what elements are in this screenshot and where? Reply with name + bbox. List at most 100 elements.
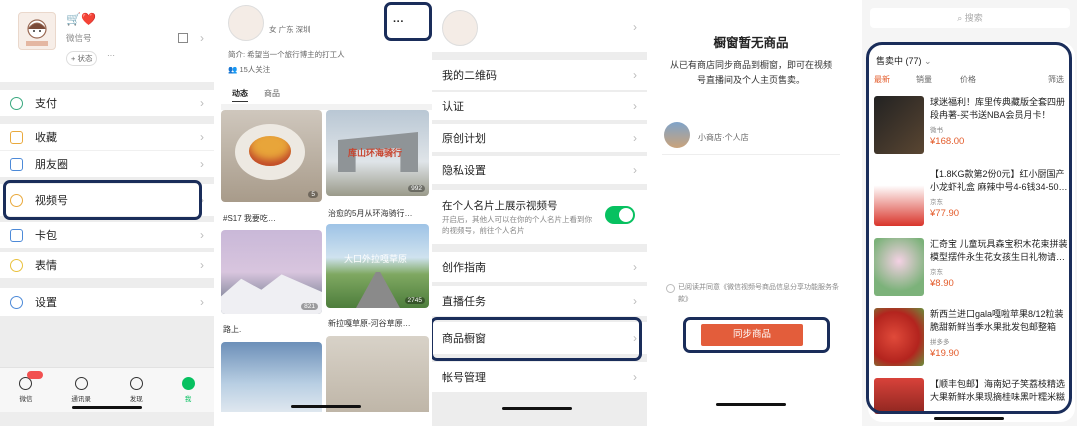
post-caption: 新拉嘎草原-河谷草原… (328, 319, 411, 328)
contacts-icon (74, 377, 88, 390)
chevron-right-icon: › (633, 370, 637, 384)
panel-product-list: ⌕ 搜索 售卖中 (77) ⌄ 最新 销量 价格 筛选 球迷福利！库里传典藏版全… (862, 0, 1077, 426)
unread-badge (27, 371, 44, 379)
avatar[interactable] (18, 12, 56, 50)
omelette (249, 136, 291, 166)
menu-item-stickers[interactable]: 表情 › (0, 252, 214, 278)
settings-item-original-plan[interactable]: 原创计划 › (432, 124, 647, 152)
show-on-card-toggle[interactable] (605, 206, 635, 224)
tab-label: 我 (184, 396, 192, 403)
post-thumbnail-arch[interactable]: 库山环海骑行 992 (326, 110, 429, 196)
chevron-right-icon: › (200, 130, 204, 144)
shop-row[interactable]: 小商店·个人店 (662, 118, 840, 155)
chevron-right-icon: › (200, 228, 204, 242)
qr-code-icon[interactable] (178, 33, 188, 43)
person-icon (181, 377, 195, 390)
post-thumbnail-building[interactable] (326, 336, 429, 412)
menu-item-card-pack[interactable]: 卡包 › (0, 222, 214, 248)
tab-chats[interactable]: 微信 (19, 371, 44, 403)
menu-item-pay[interactable]: 支付 › (0, 90, 214, 116)
agree-checkbox[interactable] (666, 284, 675, 293)
highlight-product-list (866, 42, 1072, 414)
nickname: 🛒❤️ (66, 12, 96, 26)
chevron-right-icon: › (633, 163, 637, 177)
followers-icon: 👥 (228, 65, 238, 74)
settings-item-verification[interactable]: 认证 › (432, 92, 647, 120)
settings-item-creator-guide[interactable]: 创作指南 › (432, 252, 647, 282)
highlight-showcase (432, 317, 642, 361)
pay-icon (10, 96, 23, 110)
post-views: 992 (408, 185, 425, 192)
chevron-right-icon: › (200, 258, 204, 272)
menu-item-label: 表情 (35, 260, 57, 272)
tab-label: 发现 (129, 396, 143, 403)
settings-item-label: 隐私设置 (442, 165, 486, 177)
tab-discover[interactable]: 发现 (129, 377, 143, 403)
showcase-empty-desc: 从已有商店同步商品到橱窗，即可在视频号直播间及个人主页售卖。 (669, 60, 832, 85)
home-indicator (72, 406, 142, 409)
search-bar[interactable]: ⌕ 搜索 (870, 8, 1070, 28)
chevron-right-icon: › (633, 131, 637, 145)
settings-item-label: 直播任务 (442, 296, 486, 308)
arch-text: 库山环海骑行 (348, 148, 403, 158)
moments-photo-icon (10, 157, 23, 171)
chevron-right-icon: › (633, 68, 637, 82)
chevron-right-icon: › (200, 31, 204, 45)
home-indicator (716, 403, 786, 406)
wechat-id: 微信号 (66, 33, 92, 43)
profile-meta: 女 广东 深圳 (269, 25, 311, 34)
agree-terms-text[interactable]: 已阅读并同意《微信视频号商品信息分享功能服务条款》 (678, 282, 840, 306)
chevron-right-icon: › (200, 96, 204, 110)
add-status-button[interactable]: + 状态 (66, 51, 98, 66)
search-icon: ⌕ (957, 13, 963, 23)
post-views: 2745 (404, 297, 425, 304)
settings-item-label: 帐号管理 (442, 372, 486, 384)
settings-item-show-on-card: 在个人名片上展示视频号 开启后，其他人可以在你的个人名片上看到你的视频号，前往个… (432, 190, 647, 244)
menu-item-settings[interactable]: 设置 › (0, 288, 214, 316)
tab-label: 微信 (19, 396, 33, 403)
post-caption: 治愈的5月从环海骑行… (328, 209, 413, 218)
settings-item-label: 认证 (442, 101, 464, 113)
settings-item-privacy[interactable]: 隐私设置 › (432, 156, 647, 184)
avatar-girl-icon (26, 19, 48, 46)
settings-item-live-tasks[interactable]: 直播任务 › (432, 286, 647, 316)
tab-me[interactable]: 我 (181, 377, 195, 403)
chevron-right-icon: › (633, 260, 637, 274)
tab-posts[interactable]: 动态 (232, 88, 248, 102)
chevron-right-icon: › (200, 157, 204, 171)
toggle-knob (619, 208, 633, 222)
status-more-button[interactable]: ··· (107, 51, 115, 60)
post-caption: 路上. (223, 325, 242, 334)
post-views: 5 (308, 191, 318, 198)
shop-avatar (664, 122, 690, 148)
settings-item-qr-code[interactable]: 我的二维码 › (432, 60, 647, 90)
search-placeholder: 搜索 (964, 13, 983, 23)
settings-item-label: 我的二维码 (442, 70, 497, 82)
settings-gear-icon (10, 295, 23, 309)
toggle-label: 在个人名片上展示视频号 (442, 200, 558, 212)
menu-item-label: 设置 (35, 297, 57, 309)
post-thumbnail-food[interactable]: 5 (221, 110, 322, 202)
post-thumbnail-road[interactable]: 大口外拉嘎草原 2745 (326, 224, 429, 308)
menu-item-moments[interactable]: 朋友圈 › (0, 150, 214, 177)
post-thumbnail-snow-mountain[interactable]: 821 (221, 230, 322, 314)
stickers-smile-icon (10, 258, 23, 272)
tab-contacts[interactable]: 通讯录 (71, 377, 91, 403)
post-thumbnail-sky[interactable] (221, 342, 322, 412)
settings-item-account[interactable]: 帐号管理 › (432, 362, 647, 392)
menu-item-label: 卡包 (35, 230, 57, 242)
showcase-empty-title: 橱窗暂无商品 (713, 36, 789, 50)
toggle-description: 开启后，其他人可以在你的个人名片上看到你的视频号，前往个人名片 (442, 215, 592, 235)
highlight-sync (683, 317, 830, 353)
channel-avatar[interactable] (442, 10, 478, 46)
menu-item-favorites[interactable]: 收藏 › (0, 124, 214, 150)
tab-label: 通讯录 (71, 396, 91, 403)
panel-empty-showcase: 橱窗暂无商品 从已有商店同步商品到橱窗，即可在视频号直播间及个人主页售卖。 小商… (652, 0, 850, 426)
followers-count: 👥 15人关注 (228, 64, 270, 75)
favorites-cube-icon (10, 130, 23, 144)
panel-channel-settings: › 我的二维码 › 认证 › 原创计划 › 隐私设置 › 在个人名片上展示视频号… (432, 0, 647, 426)
card-pack-icon (10, 228, 23, 242)
tab-products[interactable]: 商品 (264, 88, 280, 99)
menu-item-label: 收藏 (35, 132, 57, 144)
profile-bio: 简介: 希望当一个旅行博主的打工人 (228, 50, 345, 59)
